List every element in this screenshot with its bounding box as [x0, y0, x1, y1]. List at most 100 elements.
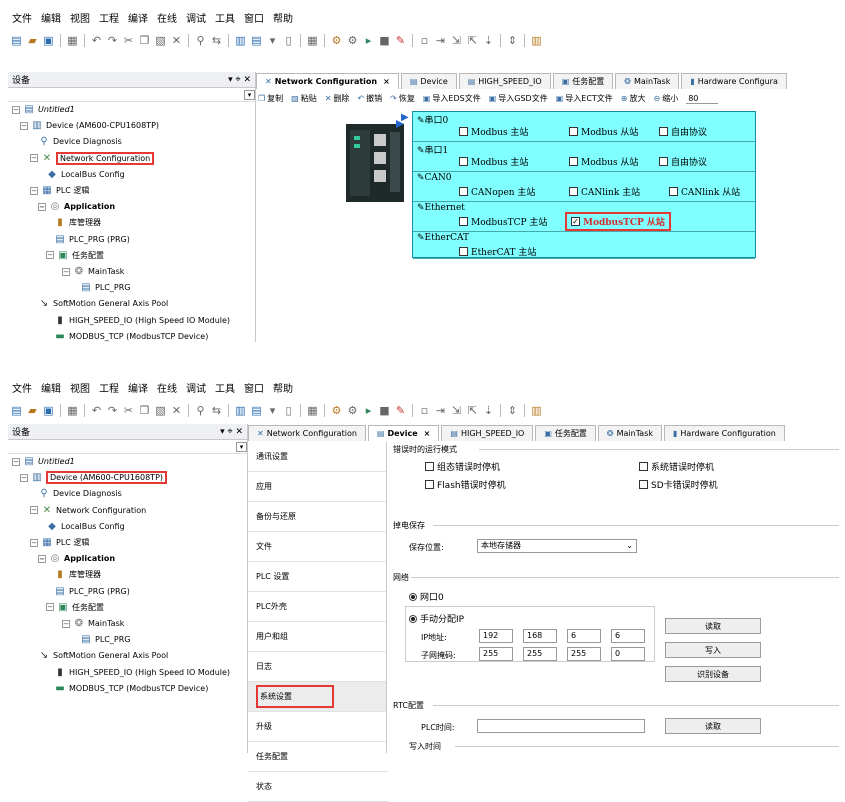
stop-icon[interactable]: ■ — [378, 404, 391, 417]
checkbox[interactable]: ✓ — [571, 217, 580, 226]
logout-icon[interactable]: ⚙ — [346, 404, 359, 417]
monitor-icon[interactable]: ▥ — [530, 34, 543, 47]
dropdown-icon[interactable]: ▾ — [266, 404, 279, 417]
tree-item-diagnosis[interactable]: ⚲ Device Diagnosis — [38, 486, 121, 501]
collapse-icon[interactable]: − — [30, 186, 38, 195]
step-out-icon[interactable]: ⇱ — [466, 404, 479, 417]
radio-button[interactable] — [409, 592, 417, 601]
build-icon[interactable]: ▦ — [306, 34, 319, 47]
collapse-icon[interactable]: − — [46, 251, 54, 260]
tree-item-project[interactable]: − ▤ Untitled1 — [12, 454, 75, 469]
find-icon[interactable]: ⚲ — [194, 404, 207, 417]
file-icon[interactable]: ▯ — [282, 404, 295, 417]
option-flash-error-stop[interactable]: Flash错误时停机 — [425, 478, 506, 491]
network-tool[interactable]: ▣ 导入GSD文件 — [489, 93, 548, 104]
checkbox[interactable] — [459, 157, 468, 166]
checkbox[interactable] — [569, 187, 578, 196]
collapse-icon[interactable]: − — [62, 267, 70, 276]
checkbox[interactable] — [659, 127, 668, 136]
option-sd-error-stop[interactable]: SD卡错误时停机 — [639, 478, 718, 491]
tree-item-netconfig[interactable]: − ✕ Network Configuration — [30, 151, 155, 166]
settings-nav-item[interactable]: 应用 — [248, 472, 388, 502]
menu-item[interactable]: 工程 — [99, 12, 119, 28]
collapse-icon[interactable]: − — [30, 506, 38, 515]
protocol-option[interactable]: ✓ ModbusTCP 从站 — [565, 212, 671, 231]
collapse-icon[interactable]: − — [12, 105, 20, 114]
settings-nav-item[interactable]: PLC 设置 — [248, 562, 388, 592]
menu-item[interactable]: 视图 — [70, 382, 90, 398]
menu-item[interactable]: 工程 — [99, 382, 119, 398]
protocol-option[interactable]: CANopen 主站 — [459, 185, 535, 198]
network-tool[interactable]: ↶ 撤销 — [357, 93, 382, 104]
editor-tab[interactable]: ▮ Hardware Configuration — [664, 425, 785, 441]
menu-item[interactable]: 调试 — [186, 12, 206, 28]
option-config-error-stop[interactable]: 组态错误时停机 — [425, 460, 500, 473]
tree-item-modbustcp[interactable]: ▬ MODBUS_TCP (ModbusTCP Device) — [54, 329, 208, 344]
checkbox[interactable] — [459, 247, 468, 256]
panel-controls[interactable]: ▾ ⌖ ✕ — [220, 427, 243, 437]
monitor-icon[interactable]: ▥ — [530, 404, 543, 417]
read-button[interactable]: 读取 — [665, 618, 761, 634]
settings-nav-item[interactable]: 状态 — [248, 772, 388, 802]
breakpoint-icon[interactable]: ▫ — [418, 34, 431, 47]
replace-icon[interactable]: ⇆ — [210, 404, 223, 417]
protocol-option[interactable]: 自由协议 — [659, 125, 707, 138]
network-tool[interactable]: ▧ 粘贴 — [291, 93, 317, 104]
menu-item[interactable]: 工具 — [215, 382, 235, 398]
breakpoint-icon[interactable]: ▫ — [418, 404, 431, 417]
new-icon[interactable]: ▤ — [10, 404, 23, 417]
editor-tab[interactable]: ▤ HIGH_SPEED_IO — [458, 73, 551, 89]
protocol-option[interactable]: ModbusTCP 主站 — [459, 215, 547, 228]
menu-item[interactable]: 文件 — [12, 382, 32, 398]
replace-icon[interactable]: ⇆ — [210, 34, 223, 47]
save-icon[interactable]: ▣ — [42, 34, 55, 47]
stop-icon[interactable]: ■ — [378, 34, 391, 47]
copy-icon[interactable]: ❐ — [138, 404, 151, 417]
tree-item-plcprg[interactable]: ▤ PLC_PRG (PRG) — [54, 232, 130, 247]
panel-dropdown-row[interactable]: ▾ — [8, 440, 247, 454]
store-location-select[interactable]: 本地存储器 ⌄ — [477, 539, 637, 553]
panel-dropdown-icon[interactable]: ▾ — [236, 441, 247, 452]
panel-dropdown-row[interactable]: ▾ — [8, 88, 255, 102]
redo-icon[interactable]: ↷ — [106, 34, 119, 47]
menu-item[interactable]: 编辑 — [41, 12, 61, 28]
tree-item-localbus[interactable]: ◆ LocalBus Config — [46, 519, 125, 534]
mask-field-4[interactable]: 0 — [611, 647, 645, 661]
ip-field-1[interactable]: 192 — [479, 629, 513, 643]
panel-controls[interactable]: ▾ ⌖ ✕ — [228, 75, 251, 85]
tree-item-softmotion[interactable]: ↘ SoftMotion General Axis Pool — [38, 296, 168, 311]
menu-item[interactable]: 帮助 — [273, 12, 293, 28]
open-icon[interactable]: ▰ — [26, 34, 39, 47]
step-over-icon[interactable]: ⇥ — [434, 404, 447, 417]
checkbox[interactable] — [639, 462, 648, 471]
dropdown-icon[interactable]: ▾ — [266, 34, 279, 47]
ip-field-3[interactable]: 6 — [567, 629, 601, 643]
manual-ip-radio[interactable]: 手动分配IP — [409, 612, 464, 625]
cut-icon[interactable]: ✂ — [122, 34, 135, 47]
mask-field-1[interactable]: 255 — [479, 647, 513, 661]
network-tool[interactable]: ⊖ 缩小 — [654, 93, 679, 104]
settings-nav-item[interactable]: 任务配置 — [248, 742, 388, 772]
menu-item[interactable]: 窗口 — [244, 12, 264, 28]
checkbox[interactable] — [459, 217, 468, 226]
collapse-icon[interactable]: − — [20, 473, 28, 482]
step-into-icon[interactable]: ⇲ — [450, 404, 463, 417]
reset-icon[interactable]: ✎ — [394, 34, 407, 47]
protocol-option[interactable]: 自由协议 — [659, 155, 707, 168]
menu-item[interactable]: 在线 — [157, 382, 177, 398]
tree-item-localbus[interactable]: ◆ LocalBus Config — [46, 167, 125, 182]
rtc-read-button[interactable]: 读取 — [665, 718, 761, 734]
protocol-option[interactable]: Modbus 从站 — [569, 155, 638, 168]
collapse-icon[interactable]: − — [38, 554, 46, 563]
collapse-icon[interactable]: − — [20, 121, 28, 130]
radio-button[interactable] — [409, 614, 417, 623]
menu-item[interactable]: 在线 — [157, 12, 177, 28]
editor-tab[interactable]: ▤ Device — [400, 73, 457, 89]
copy-icon[interactable]: ❐ — [138, 34, 151, 47]
write-icon[interactable]: ⇕ — [506, 404, 519, 417]
find-icon[interactable]: ⚲ — [194, 34, 207, 47]
editor-tab[interactable]: ▣ 任务配置 — [552, 73, 614, 89]
tree-item-library[interactable]: ▮ 库管理器 — [54, 215, 101, 230]
identify-device-button[interactable]: 识别设备 — [665, 666, 761, 682]
delete-icon[interactable]: ✕ — [170, 404, 183, 417]
